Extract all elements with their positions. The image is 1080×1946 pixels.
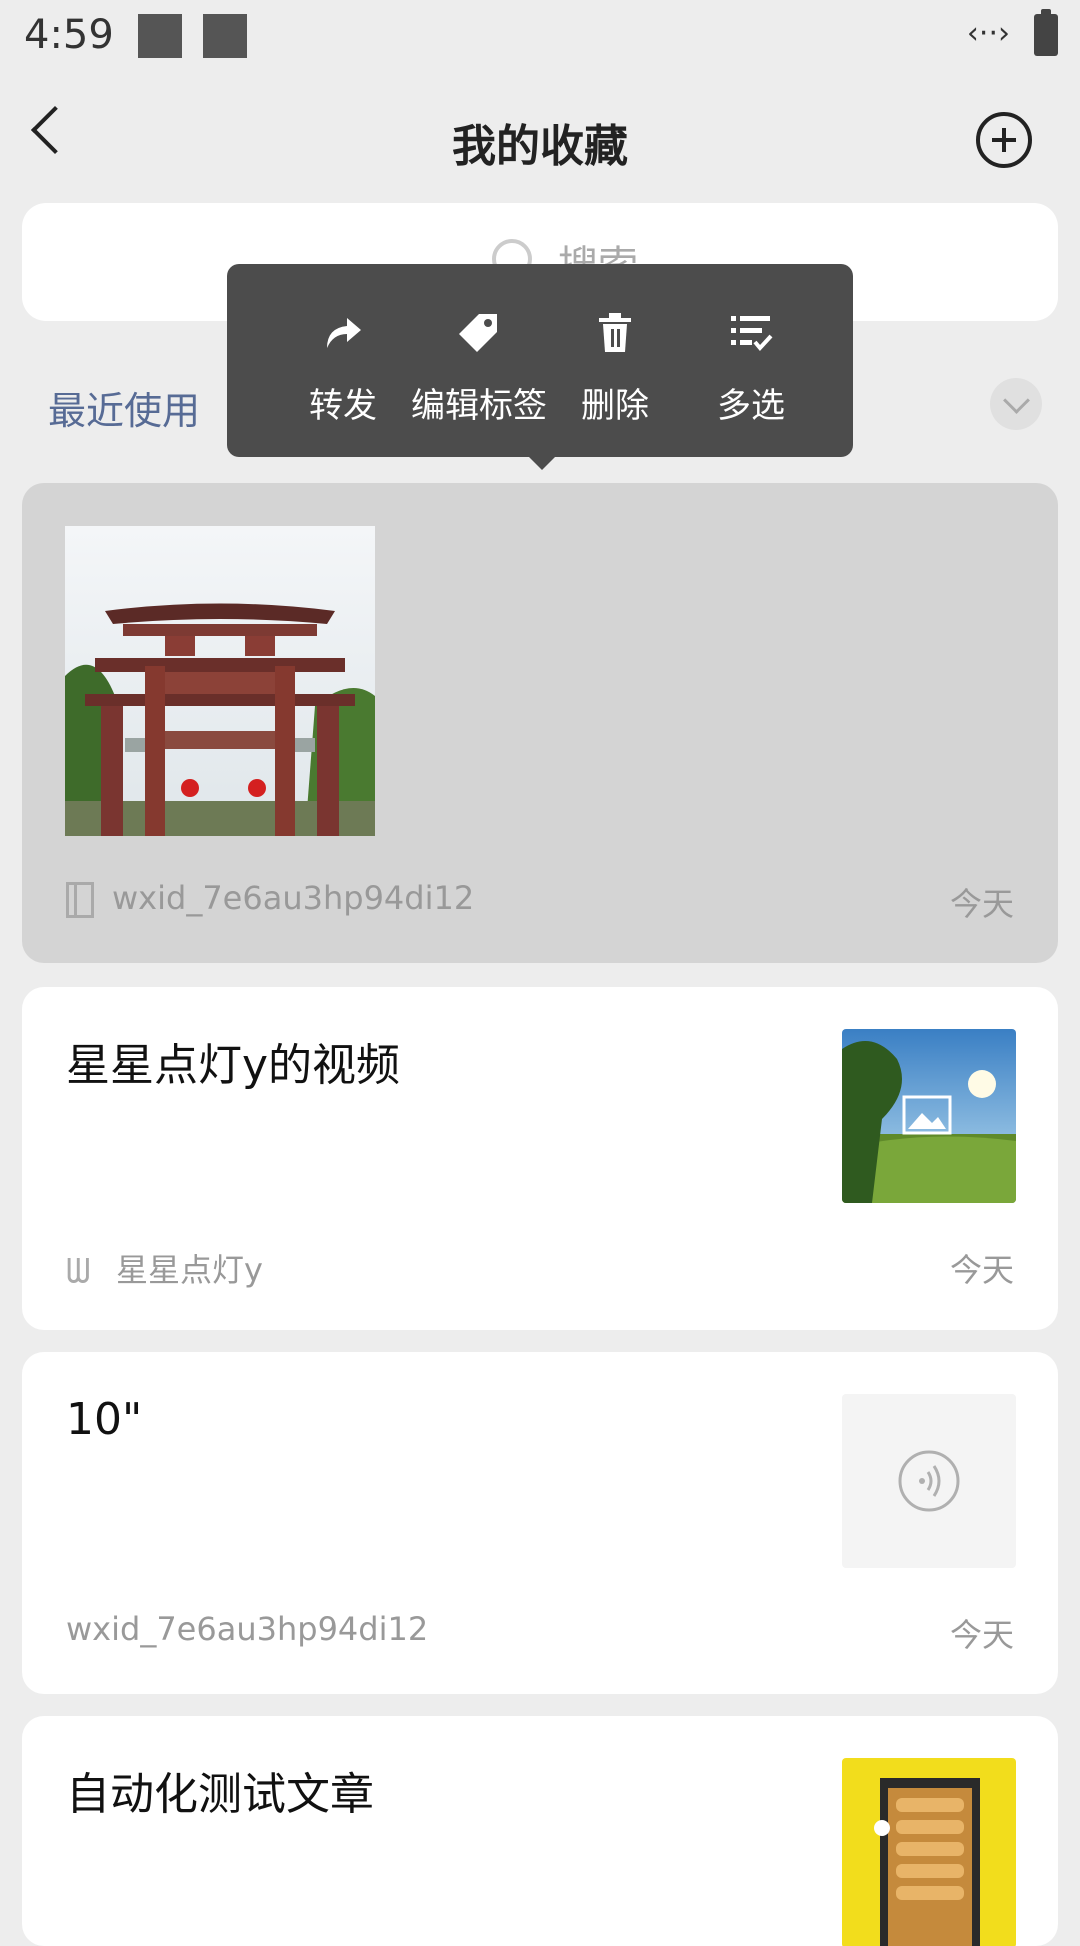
notification-icon xyxy=(138,14,182,58)
source-label: wxid_7e6au3hp94di12 xyxy=(112,879,475,917)
item-date: 今天 xyxy=(949,1616,1014,1654)
context-menu: 转发 编辑标签 删除 多选 xyxy=(227,264,853,457)
data-transfer-icon: ‹··› xyxy=(966,16,1010,51)
item-title: 10" xyxy=(66,1394,143,1445)
item-source: wxid_7e6au3hp94di12 xyxy=(66,879,474,918)
menu-label: 多选 xyxy=(717,386,785,426)
article-thumbnail xyxy=(842,1758,1016,1946)
tag-icon xyxy=(403,310,555,364)
voice-thumbnail xyxy=(842,1394,1016,1568)
source-label: 星星点灯y xyxy=(116,1251,263,1289)
item-title: 自动化测试文章 xyxy=(66,1769,374,1820)
favorite-item-image[interactable]: wxid_7e6au3hp94di12 今天 xyxy=(22,483,1058,963)
menu-label: 编辑标签 xyxy=(411,386,547,426)
item-title: 星星点灯y的视频 xyxy=(66,1040,401,1091)
favorite-item-article[interactable]: 自动化测试文章 xyxy=(22,1716,1058,1946)
item-date: 今天 xyxy=(949,885,1014,923)
item-date: 今天 xyxy=(949,1251,1014,1289)
favorite-item-voice[interactable]: 10" wxid_7e6au3hp94di12 今天 xyxy=(22,1352,1058,1694)
notification-icon xyxy=(203,14,247,58)
favorite-item-video[interactable]: 星星点灯y的视频 ᗯ 星星点灯y 今天 xyxy=(22,987,1058,1330)
forward-icon xyxy=(267,310,419,364)
menu-label: 转发 xyxy=(309,386,377,426)
menu-item-multi-select[interactable]: 多选 xyxy=(675,310,827,427)
menu-item-delete[interactable]: 删除 xyxy=(539,310,691,427)
status-bar: 4:59 ‹··› xyxy=(0,0,1080,75)
menu-item-forward[interactable]: 转发 xyxy=(267,310,419,427)
video-thumbnail xyxy=(842,1029,1016,1203)
popup-arrow xyxy=(527,455,557,470)
gate-photo xyxy=(65,526,375,836)
item-source: ᗯ 星星点灯y xyxy=(66,1245,263,1292)
add-circle-icon[interactable] xyxy=(976,112,1032,168)
multi-select-icon xyxy=(675,310,827,364)
note-icon xyxy=(66,882,94,918)
recent-filter[interactable]: 最近使用 xyxy=(48,380,200,435)
page-title: 我的收藏 xyxy=(452,121,628,172)
voice-icon xyxy=(898,1450,960,1512)
menu-item-edit-tag[interactable]: 编辑标签 xyxy=(403,310,555,427)
menu-label: 删除 xyxy=(581,386,649,426)
item-source: wxid_7e6au3hp94di12 xyxy=(66,1610,429,1648)
status-time: 4:59 xyxy=(24,12,114,58)
chevron-down-icon[interactable] xyxy=(990,378,1042,430)
channels-icon: ᗯ xyxy=(66,1252,91,1292)
trash-icon xyxy=(539,310,691,364)
battery-icon xyxy=(1034,9,1058,56)
